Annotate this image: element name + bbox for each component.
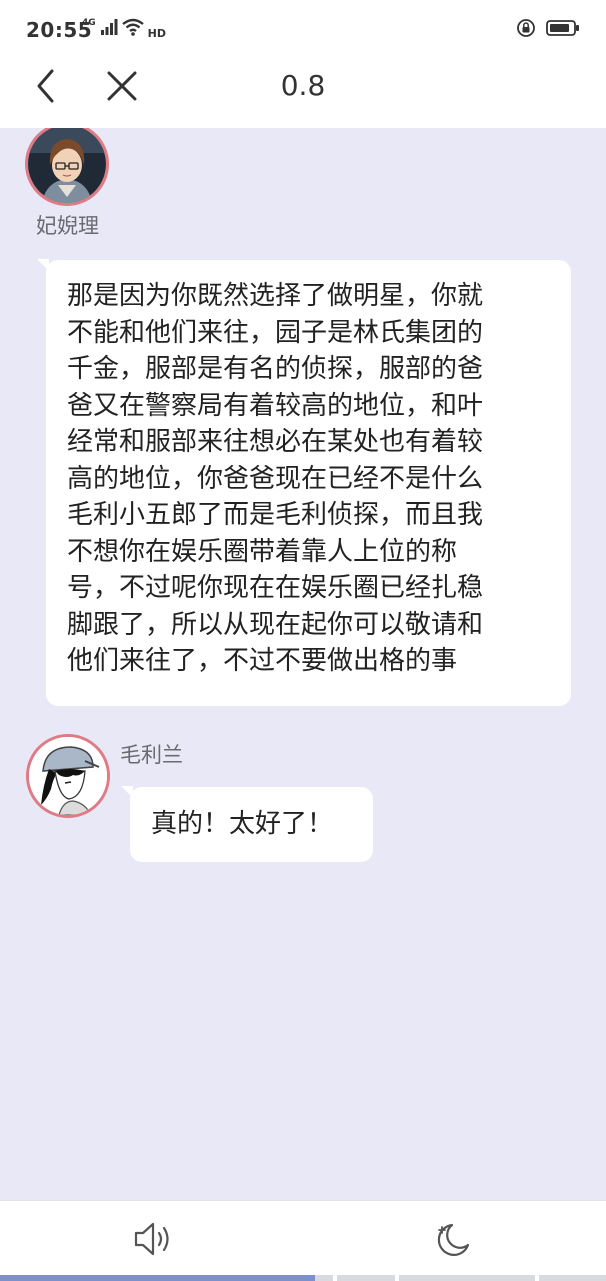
message-bubble[interactable]: 那是因为你既然选择了做明星，你就 不能和他们来往，园子是林氏集团的 千金，服部是… [37,259,571,706]
app-header: 0.8 [0,58,606,128]
status-bar: 20:55 4G HD [0,0,606,58]
avatar-sender-2[interactable] [26,734,110,818]
message-line: 真的！太好了！ [151,809,334,839]
hd-label: HD [147,26,166,40]
battery-icon [546,19,580,41]
close-button[interactable] [102,68,142,104]
status-icons-left: 4G HD [82,16,166,42]
message-line: 千金，服部是有名的侦探，服部的爸 [67,354,484,384]
speaker-button[interactable] [132,1219,174,1259]
message-bubble[interactable]: 真的！太好了！ [121,786,373,862]
message-line: 不能和他们来往，园子是林氏集团的 [67,317,484,348]
message-line: 那是因为你既然选择了做明星，你就 [67,281,484,311]
reading-progress-bar [0,1275,606,1281]
lock-rotation-icon [516,18,536,42]
chat-area[interactable]: 妃婗理 那是因为你既然选择了做明星，你就 不能和他们来往，园子是林氏集团的 千金… [0,128,606,1200]
message-line: 脚跟了，所以从现在起你可以敬请和 [67,609,484,640]
close-icon [107,71,137,101]
night-mode-button[interactable] [432,1219,474,1259]
night-mode-icon [437,1223,470,1256]
avatar-sender-1[interactable] [25,128,109,206]
status-icons-right [516,18,580,42]
message-line: 号，不过呢你现在在娱乐圈已经扎稳 [67,573,484,603]
bottom-bar [0,1200,606,1281]
network-type-label: 4G [82,18,96,28]
sender-name: 妃婗理 [36,214,99,238]
page-title: 0.8 [280,69,326,102]
wifi-icon [121,18,144,40]
progress-segment [539,1275,606,1281]
speaker-icon [134,1222,169,1256]
avatar-portrait-icon [28,128,106,203]
progress-segment [399,1275,535,1281]
message-line: 毛利小五郎了而是毛利侦探，而且我 [67,500,484,530]
message-line: 爸又在警察局有着较高的地位，和叶 [67,390,484,421]
signal-icon [100,19,118,39]
back-chevron-icon [37,69,54,103]
sender-name: 毛利兰 [120,743,183,767]
progress-segment [337,1275,395,1281]
message-line: 不想你在娱乐圈带着靠人上位的称 [67,536,458,567]
back-button[interactable] [28,68,64,104]
progress-fill [0,1275,316,1281]
avatar-portrait-icon [29,737,107,815]
message-line: 他们来往了，不过不要做出格的事 [67,646,458,676]
message-line: 高的地位，你爸爸现在已经不是什么 [67,463,484,494]
message-line: 经常和服部来往想必在某处也有着较 [67,427,484,457]
